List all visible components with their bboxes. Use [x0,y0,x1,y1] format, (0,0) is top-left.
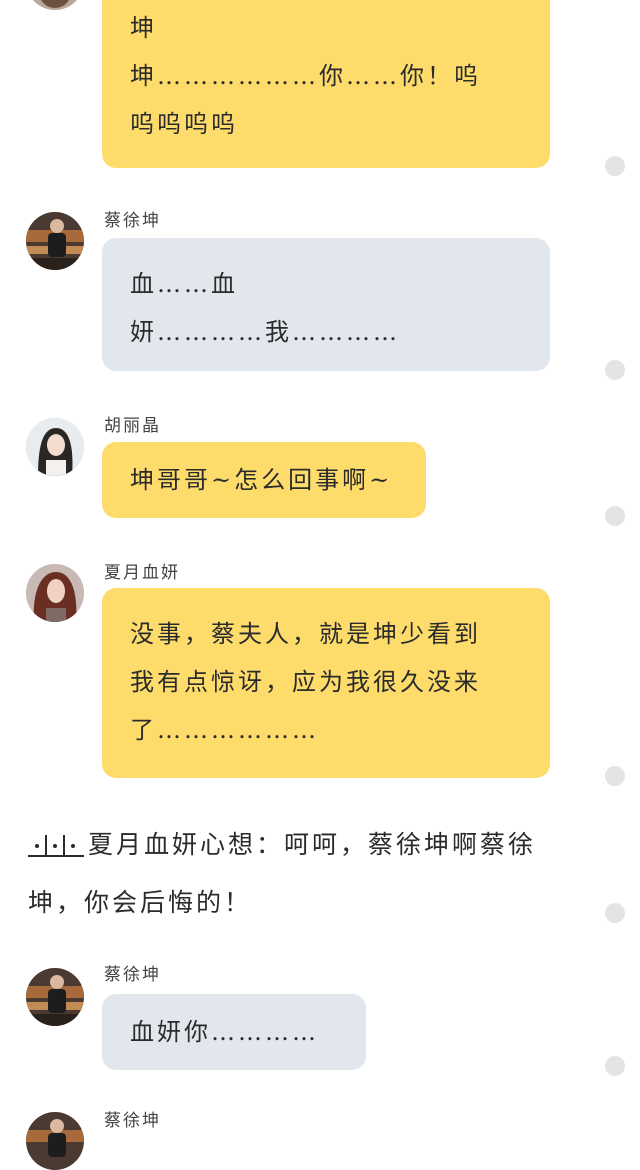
message-line: 坤哥哥~怎么回事啊~ [130,466,393,494]
narration-line: 坤，你会后悔的！ [28,888,253,917]
message-line: 血妍你………… [130,1018,319,1046]
narration-line: 夏月血妍心想：呵呵，蔡徐坤啊蔡徐 [88,830,537,859]
narration: 夏月血妍心想：呵呵，蔡徐坤啊蔡徐 坤，你会后悔的！ [28,816,588,932]
message-line: 妍…………我………… [130,318,400,346]
message-bubble-4[interactable]: 没事，蔡夫人，就是坤少看到 我有点惊讶，应为我很久没来 了……………… [102,588,550,778]
avatar-kun[interactable] [26,1112,84,1170]
avatar-xia[interactable] [26,564,84,622]
speaker-name: 胡丽晶 [104,416,161,436]
avatar-cut-top[interactable] [26,0,84,10]
message-bubble-2[interactable]: 血……血 妍…………我………… [102,238,550,371]
speaker-name: 蔡徐坤 [104,1111,161,1131]
speaker-name: 蔡徐坤 [104,965,161,985]
message-bubble-5[interactable]: 血妍你………… [102,994,366,1070]
side-dot-icon[interactable] [605,766,625,786]
side-dot-icon[interactable] [605,360,625,380]
side-dot-icon[interactable] [605,506,625,526]
message-line: 呜呜呜呜 [130,110,238,138]
side-dot-icon[interactable] [605,156,625,176]
avatar-hu[interactable] [26,418,84,476]
speaker-name: 蔡徐坤 [104,211,161,231]
message-bubble-1[interactable]: 坤 坤………………你……你！呜 呜呜呜呜 [102,0,550,168]
message-bubble-3[interactable]: 坤哥哥~怎么回事啊~ [102,442,426,518]
side-dot-icon[interactable] [605,1056,625,1076]
side-dot-icon[interactable] [605,903,625,923]
message-line: 了……………… [130,716,319,744]
pause-dots-icon [28,835,84,857]
avatar-kun[interactable] [26,968,84,1026]
avatar-kun[interactable] [26,212,84,270]
speaker-name: 夏月血妍 [104,563,180,583]
